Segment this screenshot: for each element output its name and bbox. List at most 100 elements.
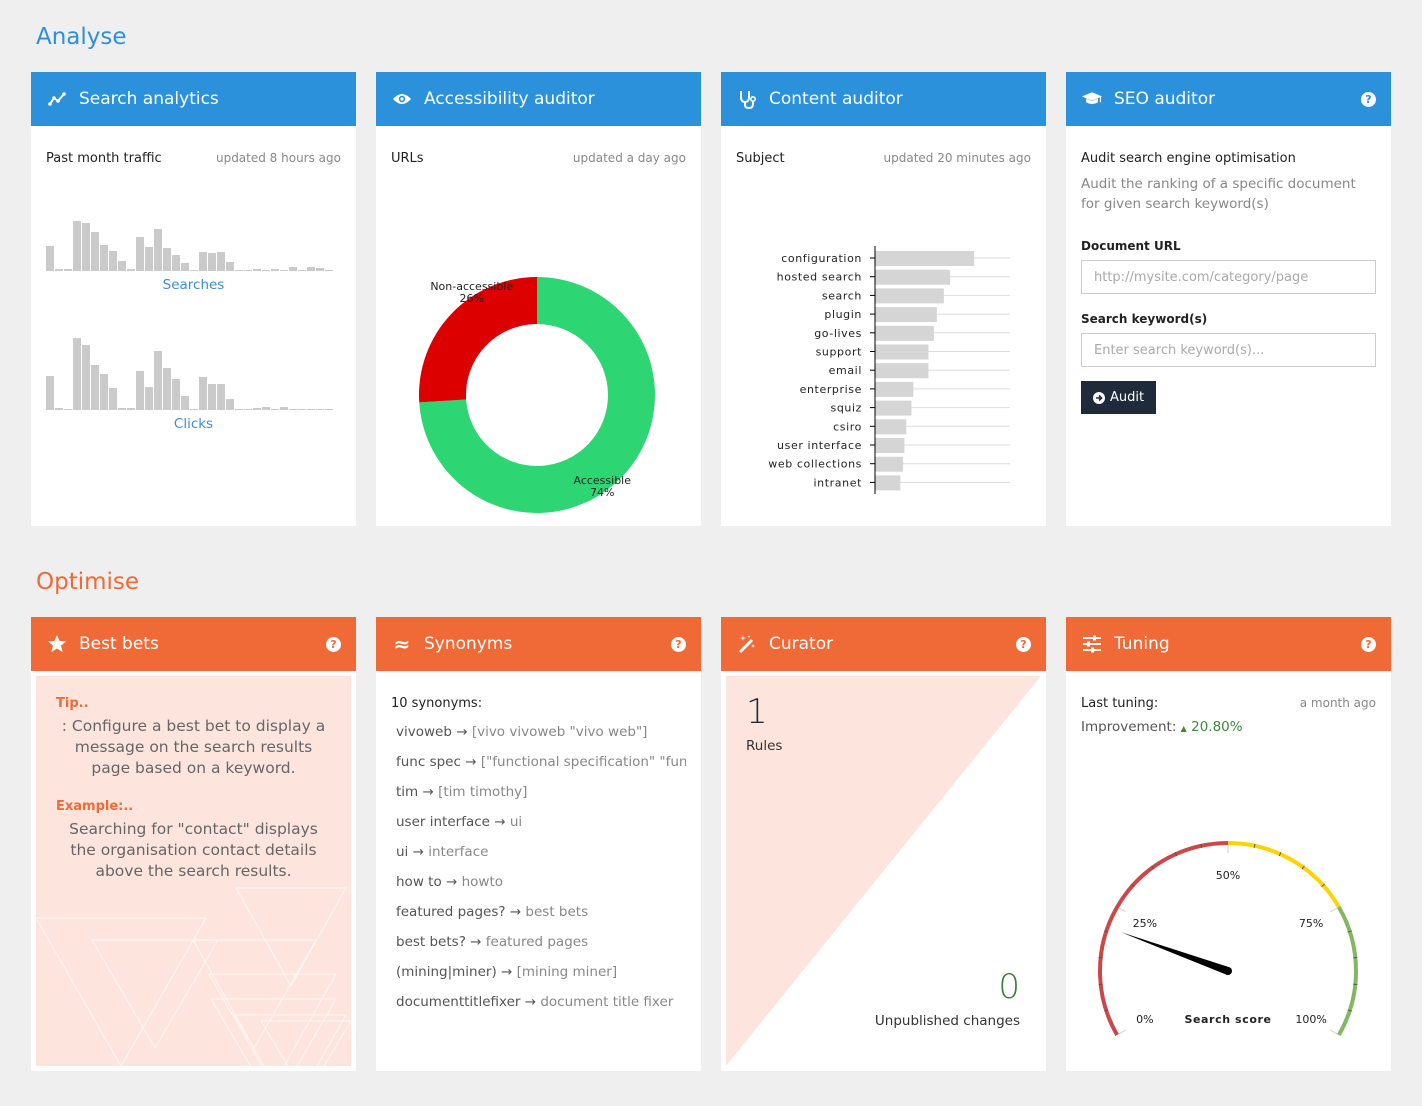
- traffic-bar: [235, 408, 243, 410]
- subject-label: support: [816, 346, 863, 359]
- help-icon[interactable]: ?: [1361, 91, 1376, 107]
- traffic-bar: [253, 407, 261, 410]
- traffic-bar: [91, 232, 99, 271]
- content-auditor-header[interactable]: Content auditor: [721, 72, 1046, 126]
- traffic-bar: [64, 408, 72, 410]
- card-title: Accessibility auditor: [424, 89, 595, 109]
- traffic-bar: [145, 247, 153, 271]
- subject-bar[interactable]: [875, 307, 937, 323]
- synonym-item[interactable]: (mining|miner) → [mining miner]: [391, 957, 686, 987]
- card-title: SEO auditor: [1114, 89, 1216, 109]
- synonym-value: [tim timothy]: [438, 784, 528, 800]
- traffic-bar: [262, 269, 270, 271]
- seo-auditor-card: SEO auditor ? Audit search engine optimi…: [1066, 72, 1391, 526]
- card-title: Content auditor: [769, 89, 903, 109]
- best-bets-tip-panel: Tip.. : Configure a best bet to display …: [36, 676, 351, 1066]
- synonym-item[interactable]: documenttitlefixer → document title fixe…: [391, 987, 686, 1017]
- gauge-tick-label: 75%: [1299, 917, 1323, 930]
- subject-bar[interactable]: [875, 325, 934, 341]
- caret-up-icon: ▲: [1180, 724, 1187, 733]
- unpublished-count[interactable]: 0: [998, 967, 1020, 1007]
- traffic-bar: [127, 268, 135, 271]
- traffic-bar: [82, 223, 90, 271]
- searches-chart: [46, 221, 341, 271]
- search-analytics-header[interactable]: Search analytics: [31, 72, 356, 126]
- accessibility-header[interactable]: Accessibility auditor: [376, 72, 701, 126]
- synonym-value: featured pages: [485, 934, 589, 950]
- curator-header[interactable]: Curator ?: [721, 617, 1046, 671]
- gauge-tick: [1118, 1029, 1127, 1035]
- subject-bar[interactable]: [875, 251, 975, 266]
- section-title-optimise: Optimise: [36, 569, 140, 595]
- subject-bar[interactable]: [875, 344, 929, 360]
- synonym-item[interactable]: user interface → ui: [391, 807, 686, 837]
- traffic-bar: [172, 379, 180, 410]
- subject-bar[interactable]: [875, 363, 929, 379]
- synonym-item[interactable]: tim → [tim timothy]: [391, 777, 686, 807]
- subject-bar[interactable]: [875, 419, 907, 435]
- subject-label: email: [829, 364, 862, 377]
- traffic-bar: [145, 387, 153, 410]
- gauge-title: Search score: [1184, 1013, 1271, 1026]
- curator-diagonal-background: [726, 676, 1041, 1066]
- subject-bar[interactable]: [875, 288, 944, 304]
- synonym-item[interactable]: vivoweb → [vivo vivoweb "vivo web"]: [391, 717, 686, 747]
- help-icon[interactable]: ?: [671, 636, 686, 652]
- synonym-item[interactable]: ui → interface: [391, 837, 686, 867]
- subject-bar[interactable]: [875, 475, 901, 491]
- synonyms-count: 10 synonyms:: [391, 696, 483, 711]
- gauge-needle: [1120, 932, 1230, 975]
- synonym-item[interactable]: featured pages? → best bets: [391, 897, 686, 927]
- traffic-bar: [271, 268, 279, 271]
- seo-auditor-header[interactable]: SEO auditor ?: [1066, 72, 1391, 126]
- traffic-bar: [100, 244, 108, 271]
- arrow-right-icon: →: [446, 874, 462, 890]
- help-icon[interactable]: ?: [326, 636, 341, 652]
- audit-button[interactable]: Audit: [1081, 381, 1157, 414]
- subject-bar[interactable]: [875, 400, 912, 416]
- search-keywords-input[interactable]: [1081, 333, 1376, 367]
- best-bets-header[interactable]: Best bets ?: [31, 617, 356, 671]
- traffic-bar: [64, 268, 72, 271]
- subject-label: csiro: [833, 420, 862, 433]
- synonym-value: document title fixer: [540, 994, 674, 1010]
- card-title: Search analytics: [79, 89, 219, 109]
- traffic-bar: [190, 269, 198, 271]
- subject-bar[interactable]: [875, 456, 904, 472]
- help-icon[interactable]: ?: [1016, 636, 1031, 652]
- traffic-bar: [118, 407, 126, 410]
- audit-button-label: Audit: [1110, 390, 1145, 405]
- subject-bar[interactable]: [875, 269, 951, 285]
- synonym-item[interactable]: best bets? → featured pages: [391, 927, 686, 957]
- synonym-value: ui: [509, 814, 523, 830]
- updated-timestamp: updated 8 hours ago: [215, 151, 341, 165]
- searches-link[interactable]: Searches: [46, 277, 341, 293]
- traffic-bar: [46, 376, 54, 410]
- traffic-bar: [316, 408, 324, 410]
- clicks-link[interactable]: Clicks: [46, 416, 341, 432]
- traffic-subtitle: Past month traffic: [46, 151, 162, 166]
- search-score-gauge: 0% 25% 50% 75% 100% Search score: [1098, 841, 1358, 1036]
- document-url-input[interactable]: [1081, 260, 1376, 294]
- traffic-bar: [208, 384, 216, 410]
- gauge-tick: [1118, 907, 1127, 913]
- traffic-bar: [298, 269, 306, 271]
- unpublished-label: Unpublished changes: [874, 1013, 1020, 1029]
- arrow-right-icon: →: [509, 904, 526, 920]
- traffic-bar: [280, 406, 288, 410]
- clicks-chart: [46, 338, 341, 410]
- synonym-item[interactable]: how to → howto: [391, 867, 686, 897]
- subject-label: search: [822, 289, 862, 302]
- traffic-bar: [82, 345, 90, 410]
- synonym-value: interface: [428, 844, 489, 860]
- synonym-value: [mining miner]: [516, 964, 618, 980]
- subject-bar[interactable]: [875, 438, 905, 453]
- synonyms-header[interactable]: ≈ Synonyms ?: [376, 617, 701, 671]
- subject-bar[interactable]: [875, 381, 914, 397]
- traffic-bar: [46, 246, 54, 271]
- synonym-item[interactable]: func spec → ["functional specification" …: [391, 747, 686, 777]
- tuning-header[interactable]: Tuning ?: [1066, 617, 1391, 671]
- rules-count[interactable]: 1: [746, 692, 768, 732]
- card-title: Curator: [769, 634, 834, 654]
- help-icon[interactable]: ?: [1361, 636, 1376, 652]
